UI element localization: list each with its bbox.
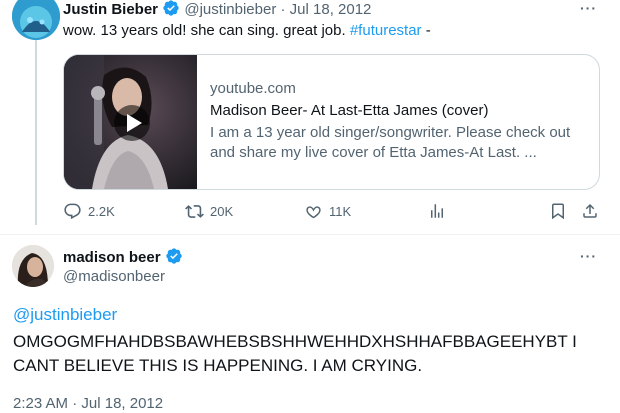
share-button[interactable] bbox=[581, 202, 599, 220]
tweet-text-pre: wow. 13 years old! she can sing. great j… bbox=[63, 22, 350, 39]
thread-connector bbox=[35, 40, 37, 225]
heart-icon bbox=[306, 206, 321, 219]
tweet-text-post: - bbox=[421, 22, 431, 39]
more-icon[interactable]: ··· bbox=[580, 0, 597, 16]
views-button[interactable] bbox=[428, 202, 446, 220]
hashtag-link[interactable]: #futurestar bbox=[350, 22, 422, 39]
separator: · bbox=[72, 395, 78, 412]
reply-icon bbox=[64, 203, 81, 220]
card-domain: youtube.com bbox=[210, 80, 296, 97]
author-row: madison beer bbox=[63, 247, 183, 266]
repost-count: 20K bbox=[210, 204, 234, 219]
avatar[interactable] bbox=[12, 0, 60, 40]
avatar[interactable] bbox=[12, 245, 54, 287]
video-thumbnail[interactable] bbox=[64, 55, 197, 189]
share-icon bbox=[583, 203, 597, 218]
card-description: I am a 13 year old singer/songwriter. Pl… bbox=[210, 124, 571, 161]
avatar-art-icon bbox=[12, 0, 60, 40]
author-handle[interactable]: @madisonbeer bbox=[63, 268, 165, 285]
play-button-icon[interactable] bbox=[114, 105, 150, 141]
tweet-header: Justin Bieber @justinbieber · Jul 18, 20… bbox=[63, 0, 371, 18]
bookmark-icon bbox=[552, 203, 564, 220]
reply-count: 2.2K bbox=[88, 204, 115, 219]
divider bbox=[0, 234, 620, 235]
like-button[interactable]: 11K bbox=[304, 202, 351, 221]
timestamp[interactable]: 2:23 AM · Jul 18, 2012 bbox=[13, 395, 163, 412]
like-count: 11K bbox=[329, 204, 352, 219]
repost-icon bbox=[185, 205, 204, 218]
tweet-date: Jul 18, 2012 bbox=[81, 395, 164, 412]
verified-badge-icon bbox=[166, 248, 182, 264]
analytics-icon bbox=[431, 204, 443, 218]
card-title: Madison Beer- At Last-Etta James (cover) bbox=[210, 102, 489, 119]
author-name[interactable]: madison beer bbox=[63, 249, 161, 266]
tweet-date[interactable]: Jul 18, 2012 bbox=[290, 1, 372, 18]
more-icon[interactable]: ··· bbox=[580, 248, 597, 264]
avatar-photo-icon bbox=[12, 245, 54, 287]
repost-button[interactable]: 20K bbox=[185, 202, 233, 221]
verified-badge-icon bbox=[163, 0, 179, 16]
separator: · bbox=[280, 1, 286, 18]
tweet-time: 2:23 AM bbox=[13, 395, 69, 412]
tweet-body: OMGOGMFHAHDBSBAWHEBSBSHHWEHHDXHSHHAFBBAG… bbox=[13, 332, 577, 375]
author-handle[interactable]: @justinbieber bbox=[184, 1, 276, 18]
mention-link[interactable]: @justinbieber bbox=[13, 305, 117, 325]
bookmark-button[interactable] bbox=[549, 202, 567, 220]
reply-button[interactable]: 2.2K bbox=[63, 202, 115, 221]
link-card[interactable]: youtube.com Madison Beer- At Last-Etta J… bbox=[63, 54, 600, 190]
author-name[interactable]: Justin Bieber bbox=[63, 1, 158, 18]
card-text: youtube.com Madison Beer- At Last-Etta J… bbox=[210, 79, 588, 163]
tweet-text: wow. 13 years old! she can sing. great j… bbox=[63, 22, 431, 39]
